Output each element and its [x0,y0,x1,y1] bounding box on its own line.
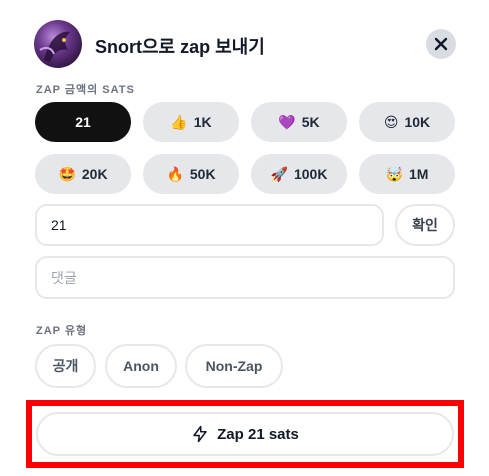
amount-option-label: 21 [75,114,91,130]
amount-option-label: 1M [408,166,429,182]
close-icon [434,37,448,51]
fire-icon: 🔥 [166,166,184,182]
amount-option-21[interactable]: 21 [35,102,131,142]
amount-option-label: 20K [81,166,108,182]
heart-eyes-icon: 😍 [383,114,399,130]
zap-send-button[interactable]: Zap 21 sats [36,412,454,456]
amount-option-label: 10K [404,114,431,130]
comment-input[interactable]: 댓글 [35,256,455,299]
amount-option-label: 100K [293,166,328,182]
page-title: Snort으로 zap 보내기 [95,37,265,57]
confirm-button-label: 확인 [412,217,438,233]
amount-option-20k[interactable]: 🤩 20K [35,154,131,194]
mind-blown-icon: 🤯 [385,166,403,182]
amount-option-label: 5K [301,114,320,130]
amount-section-label: ZAP 금액의 SATS [36,84,135,96]
amount-option-5k[interactable]: 💜 5K [251,102,347,142]
lightning-icon [193,425,207,443]
confirm-button[interactable]: 확인 [395,204,455,246]
amount-option-100k[interactable]: 🚀 100K [251,154,347,194]
amount-option-1k[interactable]: 👍 1K [143,102,239,142]
amount-input[interactable]: 21 [35,204,384,246]
amount-option-50k[interactable]: 🔥 50K [143,154,239,194]
zap-send-label: Zap 21 sats [217,425,299,443]
zap-type-label-text: Non-Zap [205,358,263,374]
zap-type-public[interactable]: 공개 [35,344,96,388]
zap-type-label: ZAP 유형 [36,325,88,337]
zap-type-anon[interactable]: Anon [105,344,177,388]
zap-type-label-text: 공개 [52,358,79,374]
comment-placeholder: 댓글 [51,269,77,286]
amount-input-value: 21 [51,217,67,233]
amount-option-label: 1K [193,114,212,130]
star-struck-icon: 🤩 [58,166,76,182]
amount-option-1m[interactable]: 🤯 1M [359,154,455,194]
amount-option-label: 50K [189,166,216,182]
close-button[interactable] [426,29,456,59]
amount-option-10k[interactable]: 😍 10K [359,102,455,142]
thumbs-up-icon: 👍 [170,114,188,130]
avatar [34,20,82,68]
purple-heart-icon: 💜 [278,114,296,130]
zap-type-non-zap[interactable]: Non-Zap [185,344,283,388]
rocket-icon: 🚀 [270,166,288,182]
zap-type-label-text: Anon [123,358,159,374]
